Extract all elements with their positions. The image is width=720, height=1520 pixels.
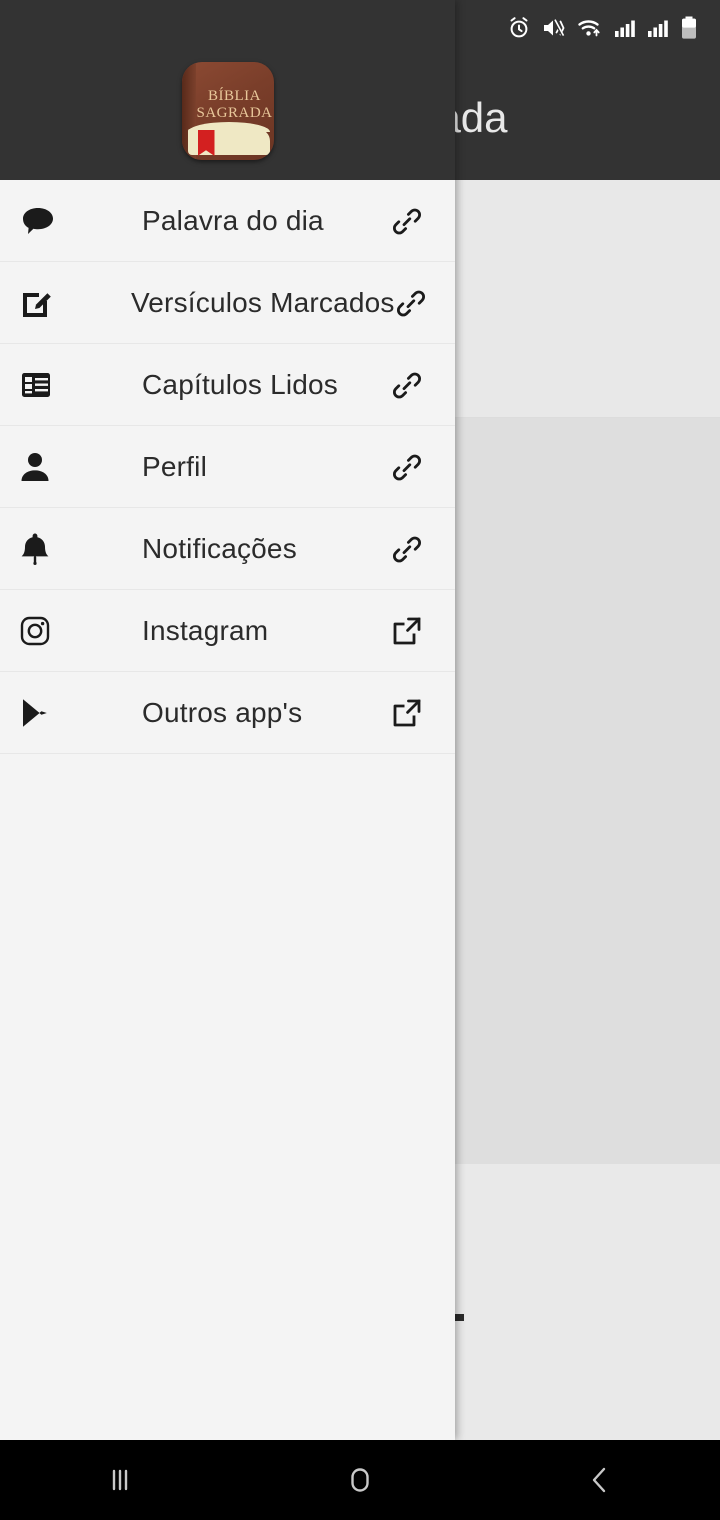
link-icon[interactable] bbox=[387, 534, 427, 564]
edit-square-icon bbox=[20, 286, 67, 320]
drawer-item-list: Palavra do dia Versículos Marcados Capít… bbox=[0, 180, 455, 754]
sidebar-item-label: Perfil bbox=[142, 450, 207, 482]
mute-vibrate-icon bbox=[542, 17, 566, 39]
sidebar-item-capitulos-lidos[interactable]: Capítulos Lidos bbox=[0, 344, 455, 426]
drawer-empty-area bbox=[0, 754, 455, 1440]
google-play-icon bbox=[20, 697, 78, 729]
recents-button[interactable] bbox=[60, 1440, 180, 1520]
list-table-icon bbox=[20, 369, 78, 401]
chat-bubble-icon bbox=[20, 205, 78, 237]
external-link-icon[interactable] bbox=[387, 616, 427, 646]
sidebar-item-versiculos-marcados[interactable]: Versículos Marcados bbox=[0, 262, 455, 344]
link-icon[interactable] bbox=[395, 288, 427, 318]
sidebar-item-label: Palavra do dia bbox=[142, 204, 324, 236]
app-logo-line1: BÍBLIA bbox=[208, 88, 261, 104]
app-logo-icon: BÍBLIA SAGRADA bbox=[181, 62, 274, 160]
sidebar-item-label: Capítulos Lidos bbox=[142, 368, 339, 400]
link-icon[interactable] bbox=[387, 370, 427, 400]
app-logo-text: BÍBLIA SAGRADA bbox=[196, 88, 274, 122]
sidebar-item-notificacoes[interactable]: Notificações bbox=[0, 508, 455, 590]
link-icon[interactable] bbox=[387, 452, 427, 482]
sidebar-item-perfil[interactable]: Perfil bbox=[0, 426, 455, 508]
instagram-icon bbox=[20, 616, 78, 646]
bell-icon bbox=[20, 532, 78, 566]
signal-sim1-icon bbox=[614, 18, 636, 38]
navigation-drawer: BÍBLIA SAGRADA Palavra do dia Versículos… bbox=[0, 0, 455, 1440]
link-icon[interactable] bbox=[387, 206, 427, 236]
battery-icon bbox=[680, 16, 698, 40]
system-navigation-bar bbox=[0, 1440, 720, 1520]
sidebar-item-label: Versículos Marcados bbox=[130, 286, 395, 318]
sidebar-item-palavra-do-dia[interactable]: Palavra do dia bbox=[0, 180, 455, 262]
status-bar-right bbox=[507, 16, 698, 40]
wifi-icon bbox=[577, 17, 603, 39]
app-root: 09:40 Bíbl bbox=[0, 0, 720, 1520]
home-button[interactable] bbox=[300, 1440, 420, 1520]
sidebar-item-instagram[interactable]: Instagram bbox=[0, 590, 455, 672]
sidebar-item-label: Notificações bbox=[142, 532, 297, 564]
sidebar-item-label: Outros app's bbox=[142, 696, 303, 728]
alarm-clock-icon bbox=[507, 16, 531, 40]
back-button[interactable] bbox=[540, 1440, 660, 1520]
sidebar-item-label: Instagram bbox=[142, 614, 269, 646]
app-logo-line2: SAGRADA bbox=[196, 105, 273, 121]
person-icon bbox=[20, 451, 78, 483]
external-link-icon[interactable] bbox=[387, 698, 427, 728]
drawer-header: BÍBLIA SAGRADA bbox=[0, 0, 455, 180]
signal-sim2-icon bbox=[647, 18, 669, 38]
sidebar-item-outros-apps[interactable]: Outros app's bbox=[0, 672, 455, 754]
